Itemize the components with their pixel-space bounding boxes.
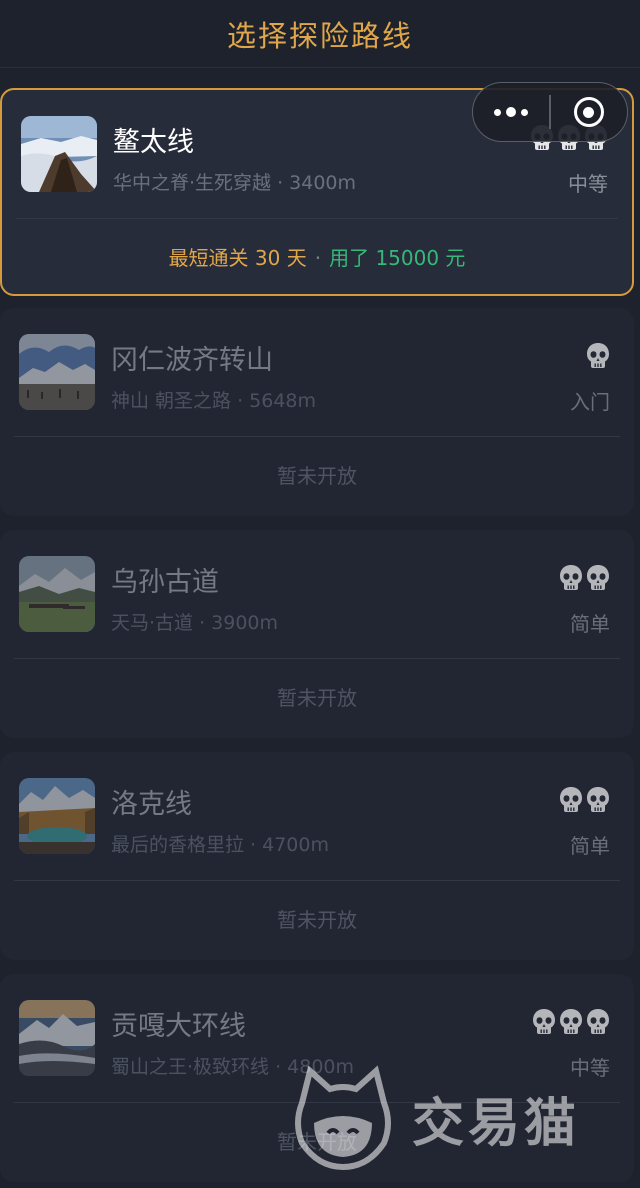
difficulty-label: 入门 (570, 390, 610, 414)
route-name: 贡嘎大环线 (111, 1011, 246, 1042)
route-thumbnail (21, 116, 97, 192)
route-meta: 神山 朝圣之路 · 5648m (111, 390, 317, 412)
skull-icon (586, 786, 610, 814)
route-card-kailash[interactable]: 冈仁波齐转山 神山 朝圣之路 · 5648m 入门 暂未开放 (0, 308, 634, 516)
route-card-wusun[interactable]: 乌孙古道 天马·古道 · 3900m 简单 暂未开放 (0, 530, 634, 738)
skull-icon (586, 342, 610, 370)
header: 选择探险路线 (0, 0, 640, 68)
skull-icon (586, 564, 610, 592)
route-card-rock[interactable]: 洛克线 最后的香格里拉 · 4700m 简单 暂未开放 (0, 752, 634, 960)
cat-logo-icon (295, 1065, 391, 1171)
target-circle-icon (573, 97, 604, 127)
watermark-text: 交易猫 (412, 1093, 581, 1154)
route-name: 鳌太线 (113, 127, 194, 158)
difficulty-skulls (559, 786, 610, 814)
best-time-label: 最短通关 30 天 (168, 246, 307, 270)
difficulty-label: 简单 (570, 612, 610, 636)
skull-icon (532, 1008, 556, 1036)
difficulty-skulls (532, 1008, 610, 1036)
route-name: 乌孙古道 (111, 567, 219, 598)
route-name: 冈仁波齐转山 (111, 345, 273, 376)
cost-label: 用了 15000 元 (329, 246, 466, 270)
card-divider (14, 436, 620, 437)
skull-icon (586, 1008, 610, 1036)
route-status: 暂未开放 (277, 908, 357, 932)
route-meta: 华中之脊·生死穿越 · 3400m (113, 172, 357, 194)
skull-icon (559, 564, 583, 592)
difficulty-skulls (586, 342, 610, 370)
skull-icon (559, 1008, 583, 1036)
route-status: 暂未开放 (277, 464, 357, 488)
route-meta: 最后的香格里拉 · 4700m (111, 834, 329, 856)
route-thumbnail (19, 778, 95, 854)
route-status: 暂未开放 (277, 686, 357, 710)
more-button[interactable] (473, 83, 549, 141)
result-separator: · (314, 246, 322, 270)
watermark: 交易猫 (288, 1063, 628, 1173)
page-title: 选择探险路线 (226, 18, 413, 53)
difficulty-label: 简单 (570, 834, 610, 858)
card-divider (14, 880, 620, 881)
route-meta: 天马·古道 · 3900m (111, 612, 279, 634)
difficulty-skulls (559, 564, 610, 592)
route-thumbnail (19, 1000, 95, 1076)
more-dots-icon (494, 107, 529, 117)
route-thumbnail (19, 556, 95, 632)
route-thumbnail (19, 334, 95, 410)
mini-program-capsule (472, 82, 628, 142)
route-result: 最短通关 30 天 · 用了 15000 元 (2, 242, 632, 271)
route-select-page: 选择探险路线 鳌太线 华中之脊·生死穿越 · 3400m 中等 最短通关 30 … (0, 0, 640, 1188)
route-name: 洛克线 (111, 789, 192, 820)
skull-icon (559, 786, 583, 814)
card-divider (14, 658, 620, 659)
difficulty-label: 中等 (568, 172, 608, 196)
card-divider (16, 218, 618, 219)
close-mini-program-button[interactable] (551, 83, 627, 141)
